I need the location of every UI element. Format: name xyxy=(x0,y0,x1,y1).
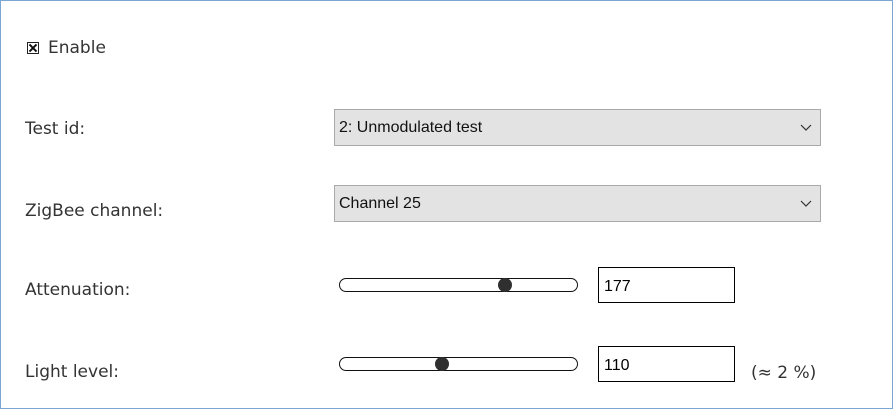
attenuation-label: Attenuation: xyxy=(25,280,131,300)
test-id-select[interactable]: 2: Unmodulated test xyxy=(334,109,821,146)
attenuation-slider-track[interactable] xyxy=(339,278,578,292)
slider-thumb-icon[interactable] xyxy=(435,357,449,371)
enable-checkbox[interactable] xyxy=(27,42,39,54)
light-level-slider-track[interactable] xyxy=(339,357,578,371)
zigbee-channel-select[interactable]: Channel 25 xyxy=(334,185,821,222)
slider-thumb-icon[interactable] xyxy=(497,278,512,292)
light-level-label: Light level: xyxy=(25,362,119,382)
checkbox-checked-icon xyxy=(29,44,37,52)
light-level-slider[interactable] xyxy=(339,357,578,371)
zigbee-channel-selected-value: Channel 25 xyxy=(339,194,421,212)
enable-label: Enable xyxy=(48,38,106,58)
settings-panel: Enable Test id: 2: Unmodulated test ZigB… xyxy=(0,0,893,409)
chevron-down-icon xyxy=(792,186,820,221)
light-level-percent: (≈ 2 %) xyxy=(751,363,817,383)
test-id-selected-value: 2: Unmodulated test xyxy=(339,118,483,136)
enable-row[interactable]: Enable xyxy=(27,37,106,59)
attenuation-slider[interactable] xyxy=(339,278,578,292)
test-id-label: Test id: xyxy=(25,119,86,139)
zigbee-channel-label: ZigBee channel: xyxy=(25,201,164,221)
chevron-down-icon xyxy=(792,110,820,145)
attenuation-value-input[interactable] xyxy=(598,267,735,303)
light-level-value-input[interactable] xyxy=(598,346,735,382)
